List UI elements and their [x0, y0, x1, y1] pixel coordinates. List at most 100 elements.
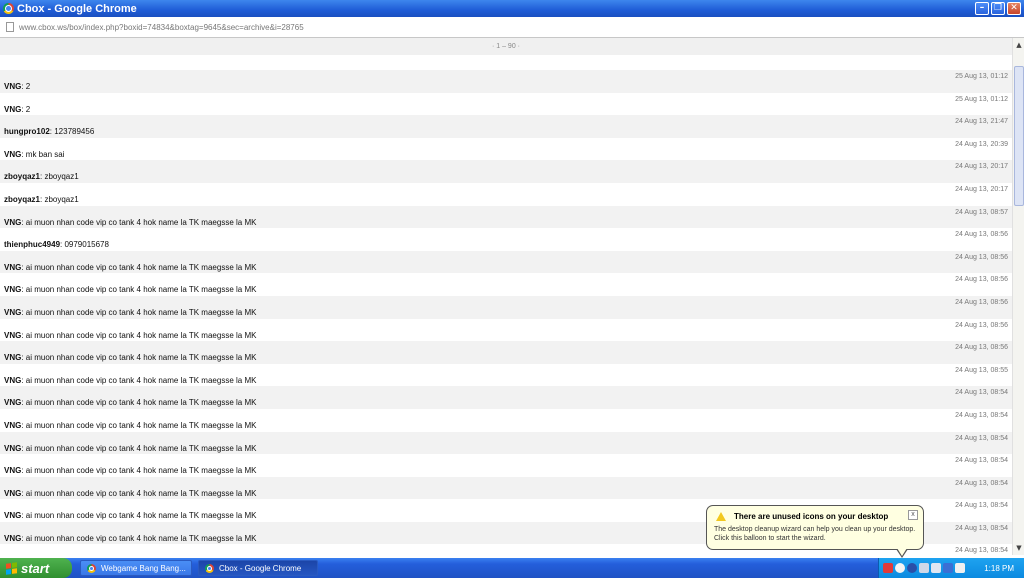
message-time: 25 Aug 13, 01:12 [955, 73, 1008, 80]
message-line: zboyqaz1: zboyqaz1 [4, 172, 79, 181]
message-row: 24 Aug 13, 20:39 VNG: mk ban sai [0, 138, 1012, 161]
message-time: 24 Aug 13, 08:56 [955, 276, 1008, 284]
task-label: Webgame Bang Bang... [101, 563, 186, 573]
message-text: : ai muon nhan code vip co tank 4 hok na… [21, 443, 257, 453]
minimize-button[interactable]: – [975, 2, 989, 15]
message-author[interactable]: VNG [4, 398, 21, 407]
message-line: VNG: ai muon nhan code vip co tank 4 hok… [4, 511, 256, 520]
message-author[interactable]: VNG [4, 511, 21, 520]
message-author[interactable]: VNG [4, 308, 21, 317]
volume-icon[interactable] [919, 563, 929, 573]
message-line: VNG: ai muon nhan code vip co tank 4 hok… [4, 263, 256, 272]
message-text: : ai muon nhan code vip co tank 4 hok na… [21, 533, 257, 543]
balloon-body: The desktop cleanup wizard can help you … [714, 526, 916, 542]
notification-balloon[interactable]: There are unused icons on your desktop x… [706, 505, 924, 550]
message-text: : ai muon nhan code vip co tank 4 hok na… [21, 511, 257, 521]
scroll-thumb[interactable] [1014, 66, 1024, 206]
message-author[interactable]: VNG [4, 376, 21, 385]
message-text: : ai muon nhan code vip co tank 4 hok na… [21, 353, 257, 363]
scroll-up-button[interactable]: ▲ [1014, 40, 1024, 50]
monitor-icon[interactable] [931, 563, 941, 573]
messenger-icon[interactable] [943, 563, 953, 573]
message-author[interactable]: hungpro102 [4, 127, 50, 136]
message-author[interactable]: VNG [4, 534, 21, 543]
message-author[interactable]: VNG [4, 466, 21, 475]
message-author[interactable]: zboyqaz1 [4, 195, 40, 204]
message-text: : 2 [21, 104, 31, 114]
message-row: 24 Aug 13, 20:17 zboyqaz1: zboyqaz1 [0, 160, 1012, 183]
message-author[interactable]: VNG [4, 421, 21, 430]
message-line: VNG: ai muon nhan code vip co tank 4 hok… [4, 376, 256, 385]
message-author[interactable]: thienphuc4949 [4, 240, 60, 249]
message-text: : ai muon nhan code vip co tank 4 hok na… [21, 285, 257, 295]
address-bar[interactable]: www.cbox.ws/box/index.php?boxid=74834&bo… [0, 17, 1024, 38]
message-text: : ai muon nhan code vip co tank 4 hok na… [21, 262, 257, 272]
message-author[interactable]: VNG [4, 105, 21, 114]
message-row: 24 Aug 13, 08:56 VNG: ai muon nhan code v… [0, 273, 1012, 296]
message-line: VNG: ai muon nhan code vip co tank 4 hok… [4, 534, 256, 543]
network-icon[interactable] [895, 563, 905, 573]
shield-icon[interactable] [907, 563, 917, 573]
message-line: VNG: ai muon nhan code vip co tank 4 hok… [4, 444, 256, 453]
taskbar-item-webgame[interactable]: Webgame Bang Bang... [80, 560, 192, 576]
message-author[interactable]: VNG [4, 444, 21, 453]
message-text: : ai muon nhan code vip co tank 4 hok na… [21, 330, 257, 340]
message-line: VNG: ai muon nhan code vip co tank 4 hok… [4, 398, 256, 407]
message-row: 24 Aug 13, 08:54 VNG: ai muon nhan code v… [0, 386, 1012, 409]
message-line: VNG: ai muon nhan code vip co tank 4 hok… [4, 331, 256, 340]
message-line: hungpro102: 123789456 [4, 127, 94, 136]
close-button[interactable]: ✕ [1007, 2, 1021, 15]
message-text: : ai muon nhan code vip co tank 4 hok na… [21, 420, 257, 430]
message-text: : ai muon nhan code vip co tank 4 hok na… [21, 307, 257, 317]
url-text[interactable]: www.cbox.ws/box/index.php?boxid=74834&bo… [19, 23, 304, 32]
message-row: 25 Aug 13, 01:12 VNG: 2 [0, 70, 1012, 93]
message-author[interactable]: zboyqaz1 [4, 172, 40, 181]
pager[interactable]: · 1 – 90 · [0, 38, 1012, 55]
chrome-icon [87, 563, 96, 573]
taskbar-item-cbox[interactable]: Cbox - Google Chrome [198, 560, 318, 576]
windows-flag-icon [6, 561, 17, 575]
antivirus-icon[interactable] [883, 563, 893, 573]
message-time: 24 Aug 13, 20:17 [955, 185, 1008, 193]
clock[interactable]: 1:18 PM [984, 564, 1014, 573]
message-time: 24 Aug 13, 08:54 [955, 524, 1008, 532]
message-list: 25 Aug 13, 01:12 VNG: 2 25 Aug 13, 01:12 VN… [0, 70, 1012, 555]
message-text: : 2 [21, 82, 31, 91]
message-time: 24 Aug 13, 08:54 [955, 547, 1008, 555]
message-line: VNG: 2 [4, 105, 30, 114]
message-time: 24 Aug 13, 08:54 [955, 502, 1008, 510]
balloon-close-button[interactable]: x [908, 510, 918, 520]
message-text: : zboyqaz1 [40, 172, 79, 182]
scroll-down-button[interactable]: ▼ [1014, 543, 1024, 553]
message-row: 24 Aug 13, 08:54 VNG: ai muon nhan code v… [0, 409, 1012, 432]
message-row: 24 Aug 13, 08:56 thienphuc4949: 097901567… [0, 228, 1012, 251]
message-line: VNG: mk ban sai [4, 150, 64, 159]
message-author[interactable]: VNG [4, 82, 21, 91]
message-row: 24 Aug 13, 08:56 VNG: ai muon nhan code v… [0, 319, 1012, 342]
balloon-tail-inner [897, 548, 907, 556]
message-author[interactable]: VNG [4, 218, 21, 227]
message-author[interactable]: VNG [4, 150, 21, 159]
message-time: 24 Aug 13, 08:56 [955, 231, 1008, 239]
message-text: : ai muon nhan code vip co tank 4 hok na… [21, 217, 257, 227]
balloon-title-row: There are unused icons on your desktop [714, 512, 916, 521]
message-time: 24 Aug 13, 08:54 [955, 457, 1008, 465]
display-icon[interactable] [955, 563, 965, 573]
message-author[interactable]: VNG [4, 353, 21, 362]
message-author[interactable]: VNG [4, 285, 21, 294]
message-row: 24 Aug 13, 21:47 hungpro102: 123789456 [0, 115, 1012, 138]
message-line: zboyqaz1: zboyqaz1 [4, 195, 79, 204]
message-author[interactable]: VNG [4, 489, 21, 498]
message-row: 25 Aug 13, 01:12 VNG: 2 [0, 93, 1012, 116]
message-text: : mk ban sai [21, 149, 65, 159]
maximize-button[interactable]: ❐ [991, 2, 1005, 15]
start-button[interactable]: start [0, 558, 72, 578]
message-author[interactable]: VNG [4, 331, 21, 340]
message-time: 24 Aug 13, 08:56 [955, 344, 1008, 352]
message-time: 24 Aug 13, 20:39 [955, 140, 1008, 148]
message-author[interactable]: VNG [4, 263, 21, 272]
message-row: 24 Aug 13, 08:56 VNG: ai muon nhan code v… [0, 341, 1012, 364]
vertical-scrollbar[interactable]: ▲ ▼ [1012, 38, 1024, 555]
message-line: VNG: ai muon nhan code vip co tank 4 hok… [4, 218, 256, 227]
